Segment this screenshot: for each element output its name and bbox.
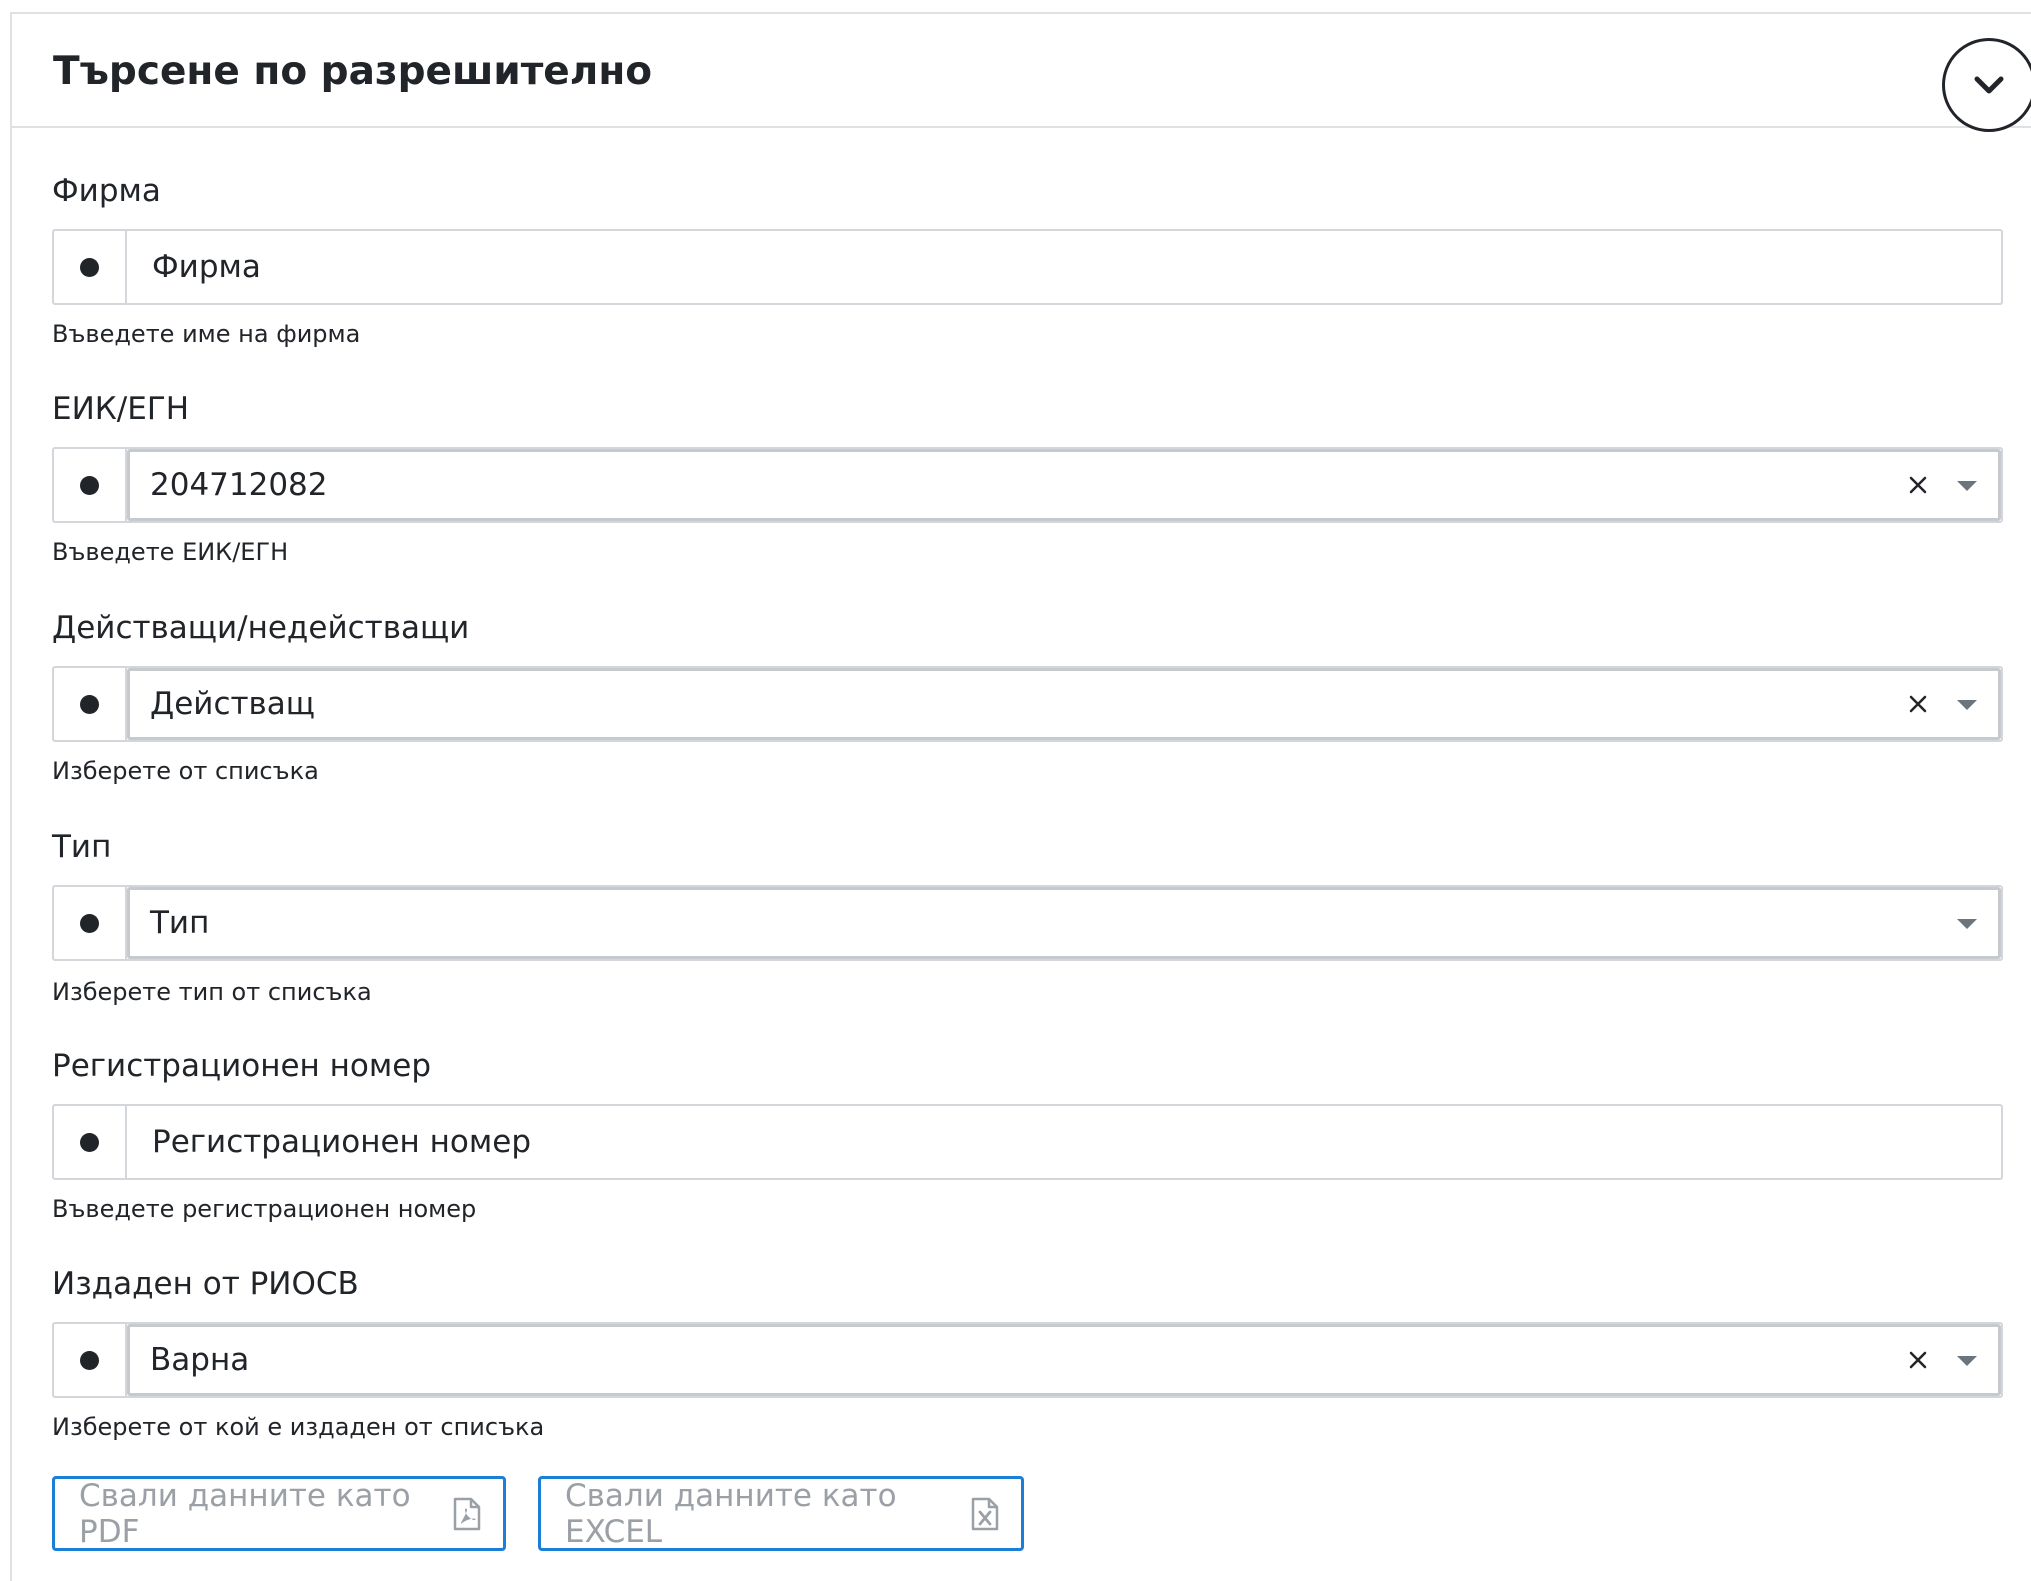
company-addon [54, 231, 127, 303]
dot-icon [80, 257, 99, 277]
chevron-down-icon [1974, 76, 2004, 94]
company-input-group [52, 229, 2003, 305]
eik-addon [54, 449, 127, 521]
issuer-addon [54, 1324, 127, 1396]
caret-down-icon[interactable] [1952, 671, 1982, 737]
eik-input-group: 204712082 [52, 447, 2003, 523]
eik-select-value: 204712082 [150, 467, 328, 503]
close-icon[interactable] [1898, 1327, 1938, 1393]
download-excel-label: Свали данните като EXCEL [565, 1477, 897, 1550]
issuer-label: Издаден от РИОСВ [52, 1266, 359, 1302]
reg-number-help: Въведете регистрационен номер [52, 1195, 477, 1223]
dot-icon [80, 694, 99, 714]
eik-label: ЕИК/ЕГН [52, 391, 190, 427]
issuer-select-value: Варна [150, 1342, 250, 1378]
dot-icon [80, 475, 99, 495]
status-addon [54, 668, 127, 740]
reg-number-label: Регистрационен номер [52, 1048, 432, 1084]
dot-icon [80, 1350, 99, 1370]
close-icon[interactable] [1898, 452, 1938, 518]
dot-icon [80, 913, 99, 933]
card-header: Търсене по разрешително [12, 14, 2031, 132]
eik-select[interactable]: 204712082 [127, 449, 2001, 521]
excel-file-icon [971, 1497, 999, 1531]
download-excel-button[interactable]: Свали данните като EXCEL [538, 1476, 1024, 1551]
type-select-value: Тип [150, 905, 210, 941]
issuer-select[interactable]: Варна [127, 1324, 2001, 1396]
company-input[interactable] [127, 231, 2001, 303]
card-title: Търсене по разрешително [53, 49, 653, 94]
type-input-group: Тип [52, 885, 2003, 961]
type-help: Изберете тип от списъка [52, 978, 372, 1006]
eik-help: Въведете ЕИК/ЕГН [52, 538, 289, 566]
issuer-help: Изберете от кой е издаден от списъка [52, 1413, 545, 1441]
caret-down-icon[interactable] [1952, 1327, 1982, 1393]
type-addon [54, 887, 127, 959]
caret-down-icon[interactable] [1952, 890, 1982, 956]
close-icon[interactable] [1898, 671, 1938, 737]
caret-down-icon[interactable] [1952, 452, 1982, 518]
status-help: Изберете от списъка [52, 757, 319, 785]
type-label: Тип [52, 829, 112, 865]
download-pdf-button[interactable]: Свали данните като PDF [52, 1476, 506, 1551]
collapse-button[interactable] [1942, 38, 2031, 132]
reg-number-input[interactable] [127, 1106, 2001, 1178]
reg-number-input-group [52, 1104, 2003, 1180]
reg-number-addon [54, 1106, 127, 1178]
company-label: Фирма [52, 173, 161, 209]
status-input-group: Действащ [52, 666, 2003, 742]
dot-icon [80, 1132, 99, 1152]
type-select[interactable]: Тип [127, 887, 2001, 959]
pdf-file-icon [453, 1497, 481, 1531]
company-help: Въведете име на фирма [52, 320, 361, 348]
issuer-input-group: Варна [52, 1322, 2003, 1398]
status-select-value: Действащ [150, 686, 316, 722]
status-label: Действащи/недействащи [52, 610, 470, 646]
download-pdf-label: Свали данните като PDF [79, 1477, 411, 1550]
status-select[interactable]: Действащ [127, 668, 2001, 740]
